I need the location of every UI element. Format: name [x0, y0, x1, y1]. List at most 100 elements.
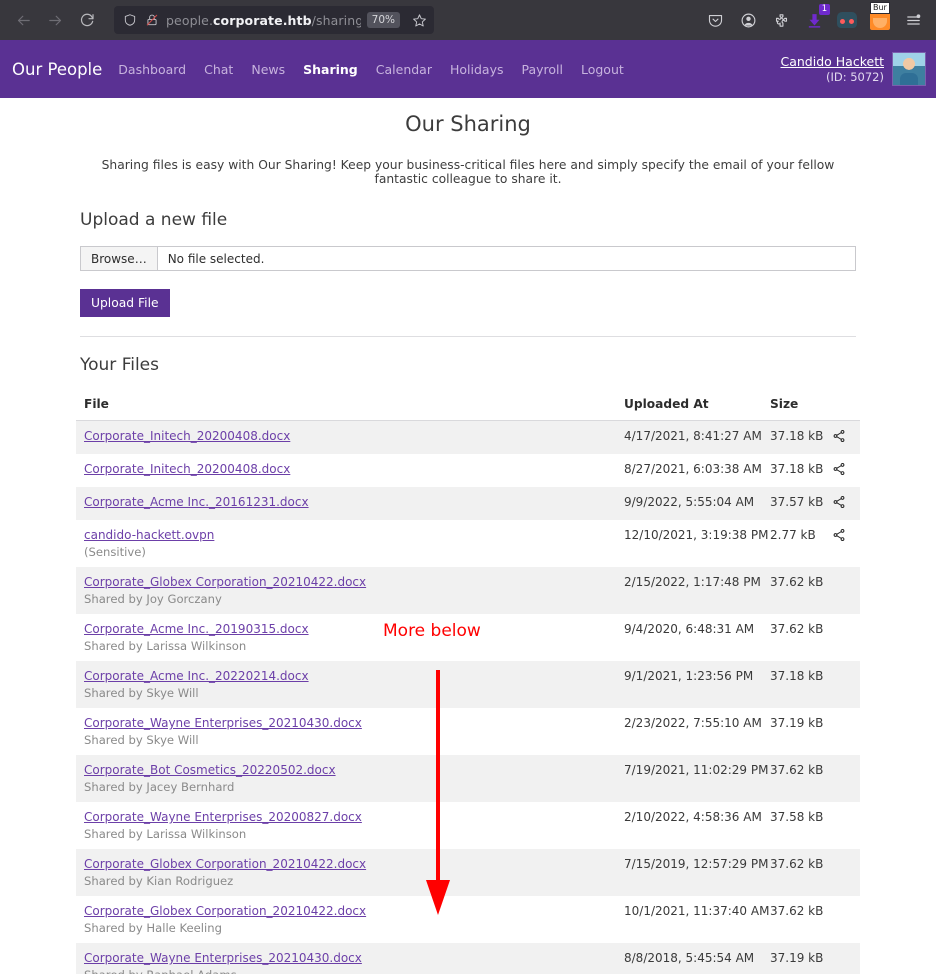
extensions-puzzle-icon[interactable] [770, 9, 792, 31]
cell-uploaded-at: 2/23/2022, 7:55:10 AM [624, 716, 762, 730]
table-row: Corporate_Initech_20200408.docx 8/27/2021… [76, 454, 860, 487]
share-icon[interactable] [832, 429, 846, 446]
cell-actions [824, 708, 860, 755]
file-note: Shared by Kian Rodriguez [84, 874, 234, 888]
burp-suite-icon[interactable]: Bur [869, 2, 891, 31]
cell-actions [824, 520, 860, 567]
table-row: Corporate_Globex Corporation_20210422.do… [76, 849, 860, 896]
file-link[interactable]: Corporate_Wayne Enterprises_20210430.doc… [84, 716, 362, 730]
address-bar[interactable]: people.corporate.htb/sharing 70% [114, 6, 434, 34]
nav-item-holidays[interactable]: Holidays [450, 62, 504, 77]
file-note: Shared by Larissa Wilkinson [84, 827, 247, 841]
downloads-icon[interactable]: 1 [803, 4, 830, 31]
back-arrow-icon[interactable] [8, 5, 38, 35]
cell-actions [824, 943, 860, 974]
browser-toolbar: people.corporate.htb/sharing 70% 1 Bur [0, 0, 936, 40]
column-header-actions [824, 391, 860, 421]
nav-item-logout[interactable]: Logout [581, 62, 624, 77]
file-link[interactable]: Corporate_Globex Corporation_20210422.do… [84, 904, 366, 918]
column-header-uploaded-at[interactable]: Uploaded At [616, 391, 762, 421]
table-header-row: File Uploaded At Size [76, 391, 860, 421]
intro-text: Sharing files is easy with Our Sharing! … [101, 158, 835, 186]
cell-actions [824, 849, 860, 896]
extension-icons: 1 Bur [704, 2, 928, 31]
nav-item-calendar[interactable]: Calendar [376, 62, 432, 77]
cell-uploaded-at: 4/17/2021, 8:41:27 AM [624, 429, 762, 443]
cell-size: 37.62 kB [770, 763, 824, 777]
file-link[interactable]: Corporate_Acme Inc._20190315.docx [84, 622, 309, 636]
site-brand[interactable]: Our People [12, 60, 102, 79]
file-note: Shared by Halle Keeling [84, 921, 222, 935]
url-text[interactable]: people.corporate.htb/sharing [166, 13, 361, 28]
cell-actions [824, 614, 860, 661]
file-link[interactable]: Corporate_Acme Inc._20161231.docx [84, 495, 309, 509]
share-icon[interactable] [832, 528, 846, 545]
nav-item-dashboard[interactable]: Dashboard [118, 62, 186, 77]
cell-actions [824, 896, 860, 943]
cell-actions [824, 454, 860, 487]
site-header: Our People Dashboard Chat News Sharing C… [0, 40, 936, 98]
column-header-size[interactable]: Size [762, 391, 824, 421]
upload-file-button[interactable]: Upload File [80, 289, 170, 317]
reload-icon[interactable] [72, 5, 102, 35]
file-note: Shared by Jacey Bernhard [84, 780, 235, 794]
file-link[interactable]: Corporate_Initech_20200408.docx [84, 462, 290, 476]
cell-size: 37.62 kB [770, 622, 824, 636]
share-icon[interactable] [832, 462, 846, 479]
nav-item-sharing[interactable]: Sharing [303, 62, 358, 77]
files-table-body: Corporate_Initech_20200408.docx 4/17/2021… [76, 420, 860, 974]
nav-item-news[interactable]: News [251, 62, 285, 77]
cell-actions [824, 661, 860, 708]
file-link[interactable]: candido-hackett.ovpn [84, 528, 214, 542]
nav-item-payroll[interactable]: Payroll [521, 62, 563, 77]
cell-file: candido-hackett.ovpn (Sensitive) [76, 520, 616, 567]
file-link[interactable]: Corporate_Globex Corporation_20210422.do… [84, 575, 366, 589]
file-note: Shared by Raphael Adams [84, 968, 608, 974]
foxyproxy-robot-icon[interactable] [836, 9, 858, 31]
cell-uploaded-at: 9/4/2020, 6:48:31 AM [624, 622, 755, 636]
file-link[interactable]: Corporate_Wayne Enterprises_20200827.doc… [84, 810, 362, 824]
app-menu-icon[interactable] [902, 9, 924, 31]
browse-button[interactable]: Browse… [81, 247, 158, 270]
avatar[interactable] [892, 52, 926, 86]
page-content: Our Sharing Sharing files is easy with O… [0, 98, 936, 974]
table-row: Corporate_Initech_20200408.docx 4/17/2021… [76, 420, 860, 455]
crossed-out-padlock-icon[interactable] [144, 12, 160, 28]
table-row: Corporate_Globex Corporation_20210422.do… [76, 896, 860, 943]
forward-arrow-icon[interactable] [40, 5, 70, 35]
nav-item-chat[interactable]: Chat [204, 62, 233, 77]
cell-size: 37.19 kB [770, 951, 824, 965]
files-table-head: File Uploaded At Size [76, 391, 860, 421]
share-icon[interactable] [832, 495, 846, 512]
table-row: candido-hackett.ovpn (Sensitive) 12/10/202… [76, 520, 860, 567]
shield-icon[interactable] [122, 12, 138, 28]
cell-file: Corporate_Globex Corporation_20210422.do… [76, 849, 616, 896]
file-link[interactable]: Corporate_Acme Inc._20220214.docx [84, 669, 309, 683]
file-link[interactable]: Corporate_Initech_20200408.docx [84, 429, 290, 443]
selected-file-label: No file selected. [167, 251, 265, 266]
burp-tooltip-label: Bur [870, 2, 890, 14]
user-id-label: (ID: 5072) [825, 69, 884, 84]
table-row: Corporate_Wayne Enterprises_20210430.doc… [76, 708, 860, 755]
pocket-icon[interactable] [704, 9, 726, 31]
cell-actions [824, 421, 860, 455]
cell-actions [824, 567, 860, 614]
account-icon[interactable] [737, 9, 759, 31]
cell-uploaded-at: 2/15/2022, 1:17:48 PM [624, 575, 761, 589]
downloads-badge: 1 [819, 4, 830, 15]
column-header-file[interactable]: File [76, 391, 616, 421]
file-note: Shared by Joy Gorczany [84, 592, 222, 606]
cell-file: Corporate_Acme Inc._20161231.docx [76, 487, 616, 520]
file-link[interactable]: Corporate_Bot Cosmetics_20220502.docx [84, 763, 336, 777]
zoom-level-badge[interactable]: 70% [366, 12, 400, 28]
table-row: Corporate_Acme Inc._20190315.docx Shared … [76, 614, 860, 661]
table-row: Corporate_Bot Cosmetics_20220502.docx Sha… [76, 755, 860, 802]
user-name-link[interactable]: Candido Hackett [781, 54, 885, 70]
cell-actions [824, 755, 860, 802]
table-row: Corporate_Acme Inc._20220214.docx Shared … [76, 661, 860, 708]
file-input-row[interactable]: Browse… No file selected. [80, 246, 856, 271]
cell-file: Corporate_Bot Cosmetics_20220502.docx Sha… [76, 755, 616, 802]
file-link[interactable]: Corporate_Globex Corporation_20210422.do… [84, 857, 366, 871]
file-link[interactable]: Corporate_Wayne Enterprises_20210430.doc… [84, 951, 362, 965]
star-icon[interactable] [408, 9, 430, 31]
